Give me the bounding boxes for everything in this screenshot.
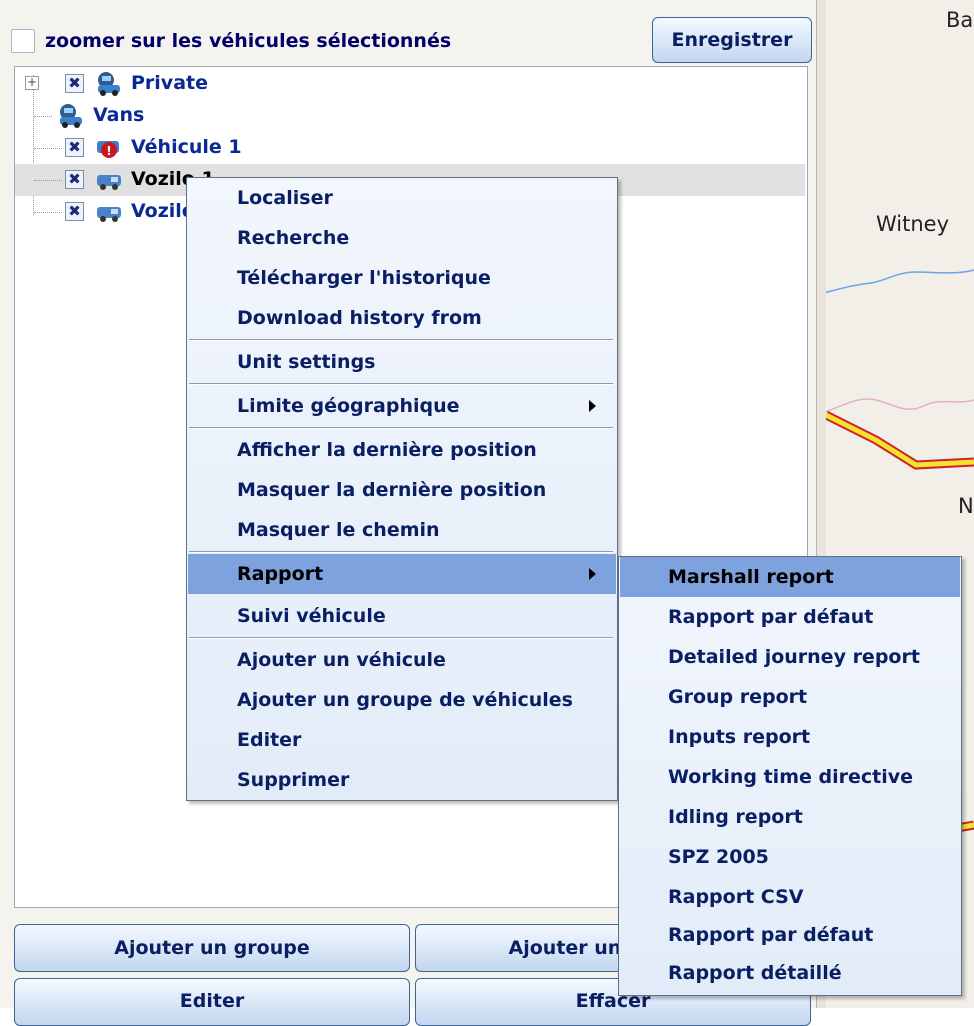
edit-button[interactable]: Editer xyxy=(14,978,410,1026)
menu-item-geofence[interactable]: Limite géographique xyxy=(188,386,616,426)
submenu-item-label: SPZ 2005 xyxy=(668,846,769,868)
menu-item-unit-settings[interactable]: Unit settings xyxy=(188,342,616,382)
checked-icon[interactable]: ✖ xyxy=(65,202,84,221)
submenu-item-detailed-journey-report[interactable]: Detailed journey report xyxy=(620,637,960,677)
report-submenu: Marshall report Rapport par défaut Detai… xyxy=(618,556,962,996)
submenu-item-label: Marshall report xyxy=(668,566,834,588)
submenu-item-inputs-report[interactable]: Inputs report xyxy=(620,717,960,757)
menu-item-label: Ajouter un véhicule xyxy=(237,649,446,671)
tree-row-private[interactable]: + ✖ Private xyxy=(15,68,805,100)
checked-icon[interactable]: ✖ xyxy=(65,170,84,189)
menu-item-rapport[interactable]: Rapport xyxy=(188,554,616,594)
menu-item-show-last-position[interactable]: Afficher la dernière position xyxy=(188,430,616,470)
menu-separator xyxy=(189,427,613,429)
submenu-item-detailed-report[interactable]: Rapport détaillé xyxy=(620,953,960,993)
tree-row-vehicule-1[interactable]: ✖ ! Véhicule 1 xyxy=(15,132,805,164)
menu-item-label: Unit settings xyxy=(237,351,376,373)
menu-item-label: Afficher la dernière position xyxy=(237,439,537,461)
submenu-item-csv-report[interactable]: Rapport CSV xyxy=(620,877,960,917)
menu-item-recherche[interactable]: Recherche xyxy=(188,218,616,258)
submenu-item-label: Group report xyxy=(668,686,808,708)
menu-item-follow-vehicle[interactable]: Suivi véhicule xyxy=(188,596,616,636)
submenu-item-label: Rapport par défaut xyxy=(668,606,874,628)
panel-toolbar: zoomer sur les véhicules sélectionnés En… xyxy=(0,0,816,66)
submenu-item-label: Rapport détaillé xyxy=(668,962,842,984)
context-menu: Localiser Recherche Télécharger l'histor… xyxy=(186,177,618,801)
menu-item-label: Télécharger l'historique xyxy=(237,267,491,289)
menu-item-label: Masquer le chemin xyxy=(237,519,440,541)
zoom-checkbox[interactable] xyxy=(11,29,35,53)
menu-item-download-history[interactable]: Télécharger l'historique xyxy=(188,258,616,298)
checked-icon[interactable]: ✖ xyxy=(65,138,84,157)
menu-item-label: Rapport xyxy=(237,563,324,585)
menu-item-label: Ajouter un groupe de véhicules xyxy=(237,689,573,711)
map-label-n: N xyxy=(958,494,974,518)
submenu-arrow-icon xyxy=(589,568,596,580)
submenu-item-default-report-2[interactable]: Rapport par défaut xyxy=(620,915,960,955)
tree-label: Véhicule 1 xyxy=(131,136,242,158)
add-group-button[interactable]: Ajouter un groupe xyxy=(14,924,410,972)
tree-row-vans[interactable]: Vans xyxy=(15,100,805,132)
map-label-ba: Ba xyxy=(946,8,974,32)
van-icon xyxy=(97,175,121,190)
menu-item-label: Suivi véhicule xyxy=(237,605,386,627)
submenu-arrow-icon xyxy=(589,400,596,412)
menu-item-download-history-from[interactable]: Download history from xyxy=(188,298,616,338)
checked-icon[interactable]: ✖ xyxy=(65,74,84,93)
submenu-item-marshall-report[interactable]: Marshall report xyxy=(620,557,960,597)
submenu-item-label: Inputs report xyxy=(668,726,811,748)
submenu-item-default-report[interactable]: Rapport par défaut xyxy=(620,597,960,637)
map-label-witney: Witney xyxy=(876,212,950,236)
submenu-item-label: Detailed journey report xyxy=(668,646,920,668)
menu-separator xyxy=(189,383,613,385)
tree-label: Vans xyxy=(93,104,145,126)
menu-item-add-vehicle-group[interactable]: Ajouter un groupe de véhicules xyxy=(188,680,616,720)
menu-item-hide-last-position[interactable]: Masquer la dernière position xyxy=(188,470,616,510)
submenu-item-group-report[interactable]: Group report xyxy=(620,677,960,717)
alert-vehicle-icon: ! xyxy=(97,141,119,158)
menu-item-add-vehicle[interactable]: Ajouter un véhicule xyxy=(188,640,616,680)
expand-icon[interactable]: + xyxy=(25,76,39,90)
menu-item-hide-path[interactable]: Masquer le chemin xyxy=(188,510,616,550)
submenu-item-label: Rapport CSV xyxy=(668,886,804,908)
submenu-item-label: Working time directive xyxy=(668,766,913,788)
menu-item-label: Recherche xyxy=(237,227,350,249)
menu-separator xyxy=(189,551,613,553)
van-icon xyxy=(97,207,121,222)
menu-item-label: Localiser xyxy=(237,187,333,209)
menu-item-localiser[interactable]: Localiser xyxy=(188,178,616,218)
menu-separator xyxy=(189,637,613,639)
submenu-item-label: Idling report xyxy=(668,806,803,828)
group-car-icon xyxy=(60,104,82,128)
menu-item-label: Editer xyxy=(237,729,302,751)
group-car-icon xyxy=(98,72,120,96)
menu-separator xyxy=(189,339,613,341)
submenu-item-working-time-directive[interactable]: Working time directive xyxy=(620,757,960,797)
menu-item-edit[interactable]: Editer xyxy=(188,720,616,760)
menu-item-label: Limite géographique xyxy=(237,395,460,417)
svg-text:!: ! xyxy=(106,144,111,158)
submenu-item-idling-report[interactable]: Idling report xyxy=(620,797,960,837)
zoom-checkbox-label: zoomer sur les véhicules sélectionnés xyxy=(45,30,452,52)
menu-item-label: Masquer la dernière position xyxy=(237,479,547,501)
menu-item-label: Download history from xyxy=(237,307,482,329)
save-button[interactable]: Enregistrer xyxy=(652,17,812,63)
submenu-item-spz-2005[interactable]: SPZ 2005 xyxy=(620,837,960,877)
tree-label: Private xyxy=(131,72,208,94)
menu-item-label: Supprimer xyxy=(237,769,350,791)
submenu-item-label: Rapport par défaut xyxy=(668,924,874,946)
menu-item-delete[interactable]: Supprimer xyxy=(188,760,616,800)
